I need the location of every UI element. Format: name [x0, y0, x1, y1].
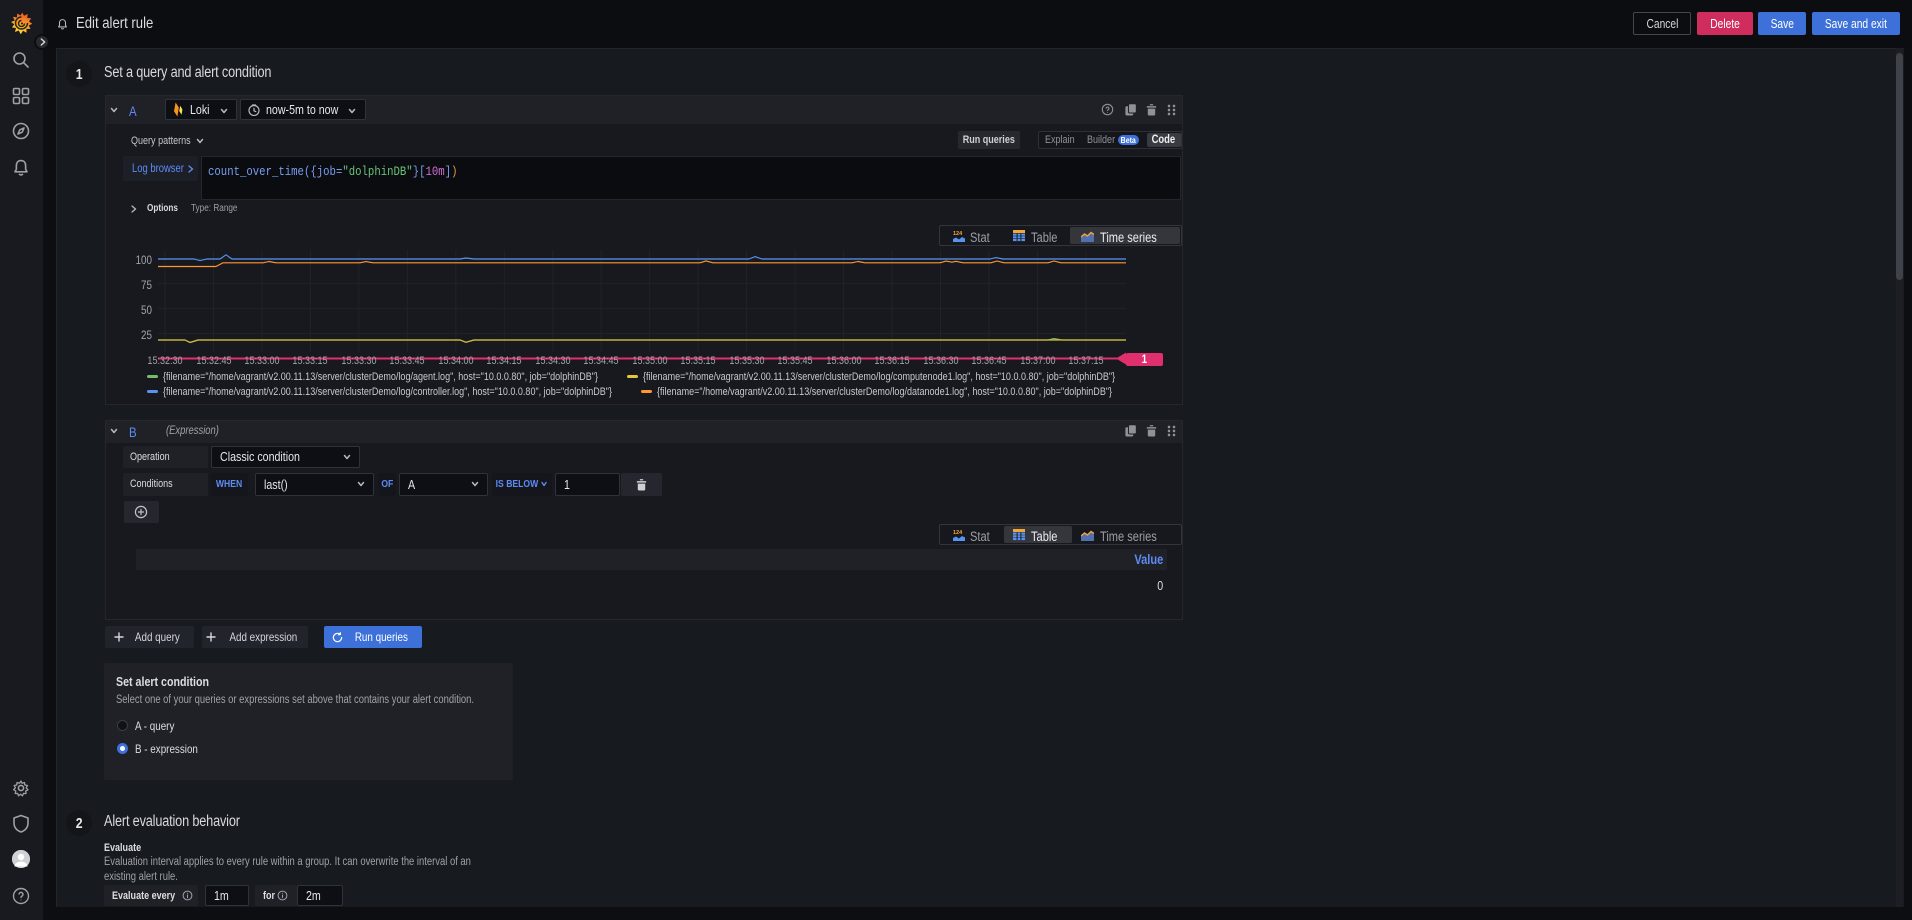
svg-text:124: 124 [953, 231, 963, 237]
svg-text:124: 124 [953, 530, 963, 536]
